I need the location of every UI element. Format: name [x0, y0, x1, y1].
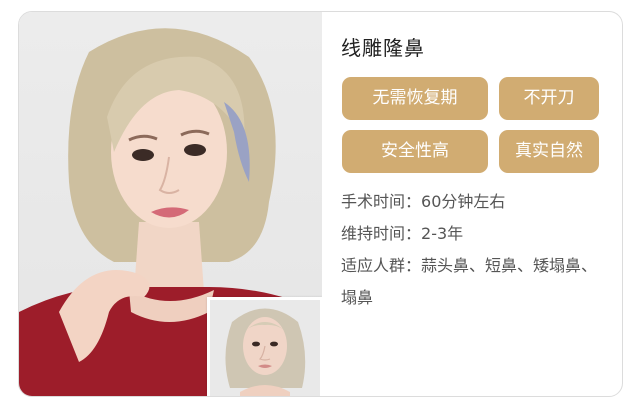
tag-high-safety: 安全性高 — [342, 130, 488, 173]
tag-no-surgery: 不开刀 — [499, 77, 599, 120]
detail-label: 维持时间： — [341, 224, 422, 243]
procedure-title: 线雕隆鼻 — [341, 36, 425, 60]
detail-surgery-time: 手术时间：60分钟左右 — [341, 186, 505, 218]
detail-value: 60分钟左右 — [421, 192, 506, 211]
tag-natural: 真实自然 — [499, 130, 599, 173]
detail-suitable-group: 适应人群：蒜头鼻、短鼻、矮塌鼻、 — [341, 250, 597, 282]
tag-label: 无需恢复期 — [372, 88, 458, 108]
detail-value-wrap: 塌鼻 — [341, 288, 374, 307]
tag-label: 真实自然 — [515, 141, 583, 161]
detail-suitable-group-continued: 塌鼻 — [341, 282, 373, 314]
detail-value: 蒜头鼻、短鼻、矮塌鼻、 — [421, 256, 598, 275]
detail-value: 2-3年 — [421, 224, 464, 243]
detail-duration: 维持时间：2-3年 — [341, 218, 463, 250]
detail-label: 手术时间： — [341, 192, 422, 211]
before-portrait — [225, 308, 306, 396]
tag-label: 不开刀 — [523, 88, 575, 108]
detail-label: 适应人群： — [341, 256, 422, 275]
tag-no-recovery: 无需恢复期 — [342, 77, 488, 120]
procedure-card: 线雕隆鼻 无需恢复期 不开刀 安全性高 真实自然 手术时间：60分钟左右 维持时… — [18, 11, 623, 397]
after-photo — [19, 12, 322, 396]
tag-label: 安全性高 — [381, 141, 449, 161]
procedure-info: 线雕隆鼻 无需恢复期 不开刀 安全性高 真实自然 手术时间：60分钟左右 维持时… — [340, 12, 622, 396]
before-photo-inset — [207, 297, 322, 396]
